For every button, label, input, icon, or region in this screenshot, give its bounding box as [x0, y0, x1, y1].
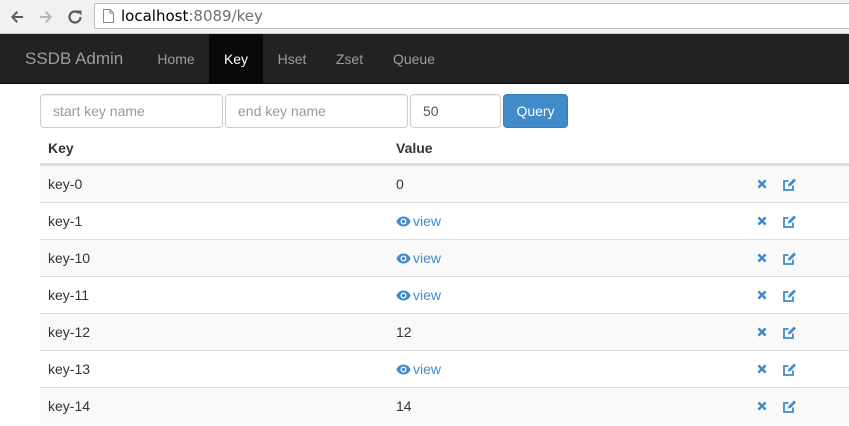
- view-value-link[interactable]: view: [396, 285, 441, 305]
- end-key-input[interactable]: [225, 94, 408, 128]
- nav-item-hset[interactable]: Hset: [263, 34, 321, 84]
- nav-item-zset[interactable]: Zset: [321, 34, 378, 84]
- cell-key: key-14: [48, 398, 91, 414]
- forward-button[interactable]: [34, 5, 58, 29]
- table-row: key-11 view: [40, 276, 849, 313]
- table-header: Key Value: [40, 130, 849, 165]
- edit-icon[interactable]: [781, 324, 797, 340]
- table-row: key-0 0: [40, 165, 849, 202]
- edit-icon[interactable]: [781, 213, 797, 229]
- cell-value: 14: [396, 398, 412, 414]
- cell-key: key-1: [48, 213, 83, 229]
- delete-icon[interactable]: [754, 324, 770, 340]
- url-host: localhost: [121, 7, 189, 25]
- column-header-value: Value: [396, 140, 433, 156]
- reload-icon: [68, 10, 82, 24]
- delete-icon[interactable]: [754, 176, 770, 192]
- back-button[interactable]: [5, 5, 29, 29]
- top-navbar: SSDB Admin Home Key Hset Zset Queue: [0, 34, 849, 84]
- cell-value[interactable]: view: [396, 359, 441, 380]
- start-key-input[interactable]: [40, 94, 223, 128]
- nav-item-home[interactable]: Home: [143, 34, 209, 84]
- delete-icon[interactable]: [754, 287, 770, 303]
- eye-icon: [396, 364, 411, 374]
- table-row: key-14 14: [40, 387, 849, 424]
- eye-icon: [396, 253, 411, 263]
- view-value-link[interactable]: view: [396, 211, 441, 231]
- brand-link[interactable]: SSDB Admin: [25, 49, 123, 69]
- edit-icon[interactable]: [781, 287, 797, 303]
- table-row: key-12 12: [40, 313, 849, 350]
- table-body: key-0 0 key-1 view key-10 view key-11 view key-1…: [40, 165, 849, 424]
- cell-value[interactable]: view: [396, 285, 441, 306]
- edit-icon[interactable]: [781, 398, 797, 414]
- nav-item-queue[interactable]: Queue: [378, 34, 450, 84]
- cell-value[interactable]: view: [396, 248, 441, 269]
- nav-item-key[interactable]: Key: [209, 34, 263, 84]
- reload-button[interactable]: [63, 5, 87, 29]
- cell-value: 0: [396, 176, 404, 192]
- delete-icon[interactable]: [754, 398, 770, 414]
- cell-key: key-13: [48, 361, 91, 377]
- view-link-label: view: [413, 250, 442, 266]
- view-link-label: view: [413, 361, 442, 377]
- address-bar[interactable]: localhost:8089/key: [94, 3, 849, 29]
- column-header-key: Key: [48, 140, 74, 156]
- browser-toolbar: localhost:8089/key: [0, 0, 849, 34]
- url-text: localhost:8089/key: [121, 7, 263, 25]
- eye-icon: [396, 290, 411, 300]
- query-button[interactable]: Query: [503, 94, 568, 128]
- view-value-link[interactable]: view: [396, 359, 441, 379]
- url-path: :8089/key: [188, 7, 263, 25]
- delete-icon[interactable]: [754, 250, 770, 266]
- edit-icon[interactable]: [781, 250, 797, 266]
- cell-value: 12: [396, 324, 412, 340]
- keys-table: Key Value key-0 0 key-1 view key-10 view key-1…: [40, 130, 849, 424]
- edit-icon[interactable]: [781, 361, 797, 377]
- limit-input[interactable]: [410, 94, 501, 128]
- forward-arrow-icon: [40, 11, 52, 23]
- delete-icon[interactable]: [754, 213, 770, 229]
- cell-key: key-12: [48, 324, 91, 340]
- cell-key: key-0: [48, 176, 83, 192]
- view-link-label: view: [413, 287, 442, 303]
- table-row: key-13 view: [40, 350, 849, 387]
- cell-key: key-10: [48, 250, 91, 266]
- delete-icon[interactable]: [754, 361, 770, 377]
- table-row: key-10 view: [40, 239, 849, 276]
- table-row: key-1 view: [40, 202, 849, 239]
- page-icon: [103, 9, 114, 23]
- cell-key: key-11: [48, 287, 89, 303]
- back-arrow-icon: [11, 11, 23, 23]
- view-value-link[interactable]: view: [396, 248, 441, 268]
- edit-icon[interactable]: [781, 176, 797, 192]
- eye-icon: [396, 216, 411, 226]
- cell-value[interactable]: view: [396, 211, 441, 232]
- view-link-label: view: [413, 213, 442, 229]
